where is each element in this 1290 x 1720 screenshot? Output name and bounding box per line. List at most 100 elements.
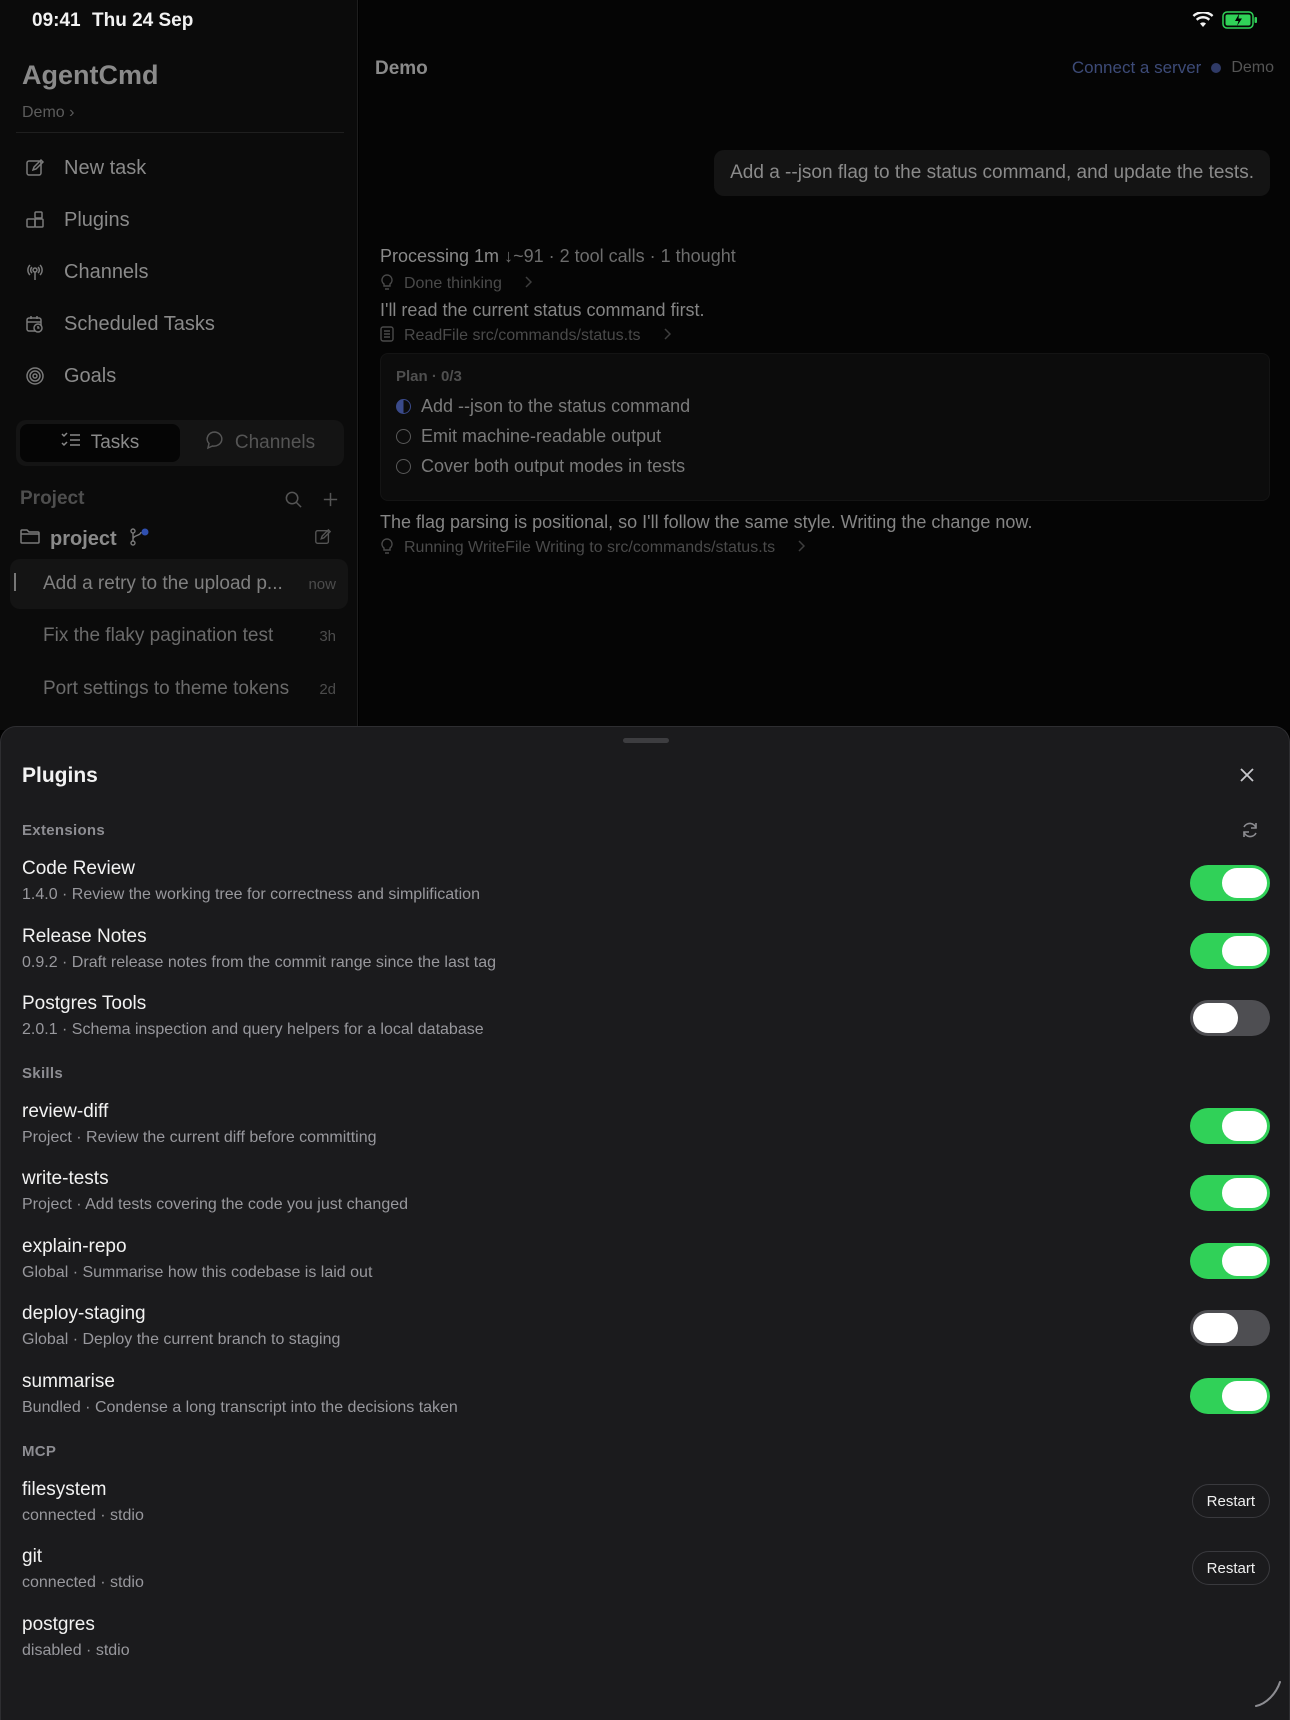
assistant-turn: Processing 1m ↓~91 · 2 tool calls · 1 th… [380,246,1270,561]
toggle-knob [1222,1381,1267,1411]
thinking-row[interactable]: Done thinking [380,271,1270,297]
broadcast-icon [24,261,46,283]
sidebar: AgentCmd Demo › New task Plugins Channel… [0,0,358,730]
row-name: deploy-staging [22,1303,146,1324]
project-section-header: Project [20,488,340,514]
sidebar-item-new-task[interactable]: New task [16,142,344,194]
git-restart-button[interactable]: Restart [1191,1551,1270,1585]
mcp-git: git connected · stdio Restart [22,1545,1270,1605]
filesystem-restart-button[interactable]: Restart [1191,1484,1270,1518]
skill-explain-repo: explain-repo Global · Summarise how this… [22,1235,1270,1295]
plan-item: Emit machine-readable output [396,421,1254,451]
row-name: explain-repo [22,1236,127,1257]
sidebar-item-label: New task [64,156,147,179]
toggle-knob [1222,1111,1267,1141]
toggle-knob [1193,1313,1238,1343]
toggle-knob [1193,1003,1238,1033]
row-name: git [22,1546,43,1567]
git-branch-icon [129,527,151,551]
segment-tasks[interactable]: Tasks [20,424,180,462]
extension-code-review: Code Review 1.4.0 · Review the working t… [22,857,1270,917]
sidebar-item-label: Scheduled Tasks [64,312,215,335]
resize-handle-icon[interactable] [1253,1679,1283,1714]
sidebar-item-channels[interactable]: Channels [16,246,344,298]
toggle-knob [1222,1178,1267,1208]
project-folder[interactable]: project [20,526,340,552]
release-notes-toggle[interactable] [1190,933,1270,969]
refresh-button[interactable] [1241,821,1259,844]
row-name: postgres [22,1614,95,1635]
processing-status: Processing 1m ↓~91 · 2 tool calls · 1 th… [380,246,736,266]
sidebar-item-label: Plugins [64,208,130,231]
row-desc: connected · stdio [22,1507,144,1524]
row-desc: 2.0.1 · Schema inspection and query help… [22,1021,484,1038]
close-button[interactable] [1235,765,1259,789]
battery-charging-icon [1222,11,1258,34]
workspace-selector[interactable]: Demo › [22,104,74,122]
task-item[interactable]: Fix the flaky pagination test 3h [10,611,348,661]
row-desc: Project · Add tests covering the code yo… [22,1196,409,1213]
plan-card: Plan · 0/3 Add --json to the status comm… [380,353,1270,501]
mcp-postgres: postgres disabled · stdio [22,1613,1270,1673]
wifi-icon [1192,11,1214,33]
header-actions: Connect a server Demo [1072,58,1274,78]
connect-server-link[interactable]: Connect a server [1072,58,1201,78]
search-icon[interactable] [284,490,303,514]
sidebar-nav: New task Plugins Channels Scheduled Task… [16,142,344,402]
row-desc: 1.4.0 · Review the working tree for corr… [22,886,480,903]
sheet-grabber[interactable] [623,738,669,743]
sidebar-item-scheduled-tasks[interactable]: Scheduled Tasks [16,298,344,350]
progress-half-icon [396,398,411,414]
row-desc: disabled · stdio [22,1642,130,1659]
skill-deploy-staging: deploy-staging Global · Deploy the curre… [22,1302,1270,1362]
chat-bubble-icon [205,430,225,456]
status-bar: 09:41 Thu 24 Sep [0,0,1290,40]
status-date: Thu 24 Sep [92,10,194,31]
assistant-text: The flag parsing is positional, so I'll … [380,512,1033,532]
postgres-tools-toggle[interactable] [1190,1000,1270,1036]
checklist-icon [61,431,81,455]
task-item[interactable]: Add a retry to the upload p... now [10,559,348,609]
demo-badge: Demo [1231,59,1274,76]
status-time: 09:41 [32,10,81,31]
write-tests-toggle[interactable] [1190,1175,1270,1211]
conversation-pane: Demo Connect a server Demo Add a --json … [359,0,1290,730]
sidebar-item-label: Goals [64,364,117,387]
row-name: filesystem [22,1479,107,1500]
assistant-text: I'll read the current status command fir… [380,300,705,320]
task-item[interactable]: Port settings to theme tokens 2d [10,664,348,714]
plan-title: Plan · 0/3 [396,368,462,385]
target-icon [24,365,46,387]
document-icon [380,325,394,347]
folder-icon [20,528,40,550]
sidebar-divider [16,132,344,133]
lightbulb-icon [380,273,394,295]
tool-call-writefile[interactable]: Running WriteFile Writing to src/command… [380,535,1270,561]
sidebar-item-goals[interactable]: Goals [16,350,344,402]
summarise-toggle[interactable] [1190,1378,1270,1414]
tool-call-readfile[interactable]: ReadFile src/commands/status.ts [380,323,1270,349]
add-icon[interactable] [321,490,340,514]
project-name: project [50,527,117,550]
plan-item: Add --json to the status command [396,391,1254,421]
close-icon [1239,767,1255,788]
row-desc: Bundled · Condense a long transcript int… [22,1399,458,1416]
extension-postgres-tools: Postgres Tools 2.0.1 · Schema inspection… [22,992,1270,1052]
row-name: summarise [22,1371,115,1392]
row-desc: Global · Summarise how this codebase is … [22,1264,373,1281]
toggle-knob [1222,868,1267,898]
tasks-channels-segmented-control: Tasks Channels [16,420,344,466]
explain-repo-toggle[interactable] [1190,1243,1270,1279]
code-review-toggle[interactable] [1190,865,1270,901]
row-desc: Project · Review the current diff before… [22,1129,377,1146]
chevron-right-icon [797,539,806,557]
lightbulb-icon [380,537,394,559]
sidebar-item-plugins[interactable]: Plugins [16,194,344,246]
row-name: write-tests [22,1168,109,1189]
app-brand: AgentCmd [22,60,159,90]
review-diff-toggle[interactable] [1190,1108,1270,1144]
edit-icon[interactable] [314,528,332,551]
segment-channels[interactable]: Channels [180,424,340,462]
deploy-staging-toggle[interactable] [1190,1310,1270,1346]
section-extensions: Extensions [22,822,106,839]
